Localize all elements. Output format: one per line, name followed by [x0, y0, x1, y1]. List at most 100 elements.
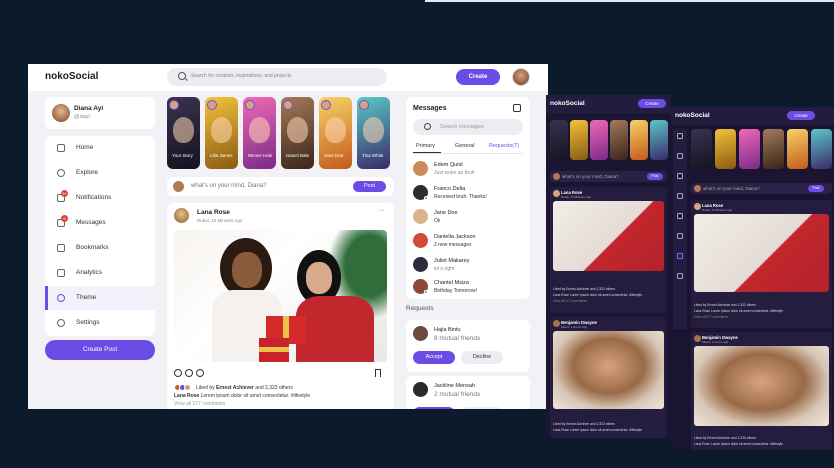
message-item[interactable]: Daniella Jackson 2 new messages: [413, 232, 523, 250]
dark-story[interactable]: [739, 129, 760, 169]
sidebar-item-explore[interactable]: Explore: [45, 161, 155, 185]
dark-post-button[interactable]: Post: [647, 173, 663, 180]
dark-post-button[interactable]: Post: [808, 185, 824, 192]
dark-post-image[interactable]: [553, 331, 664, 409]
request-name: Hajia Bintu: [434, 327, 461, 333]
profile-avatar: [52, 104, 70, 122]
sidebar-item-theme[interactable]: Theme: [45, 286, 155, 310]
dark-story[interactable]: [763, 129, 784, 169]
dark-view-all[interactable]: View all 277 comments: [694, 315, 728, 319]
dark-story[interactable]: [715, 129, 736, 169]
dark-story[interactable]: [650, 120, 668, 160]
bookmark-icon[interactable]: [677, 213, 683, 219]
post-image[interactable]: [174, 230, 387, 362]
dark-composer-text: what's on your mind, Diana?: [703, 186, 760, 191]
post-button[interactable]: Post: [353, 181, 386, 192]
compass-icon[interactable]: [677, 153, 683, 159]
bookmark-icon[interactable]: [375, 369, 381, 377]
sidebar-item-bookmarks[interactable]: Bookmarks: [45, 236, 155, 260]
story-image: [325, 117, 346, 143]
profile-card[interactable]: Diana Ayi @dayi: [45, 97, 155, 129]
story-avatar: [207, 100, 217, 110]
sidebar-item-label: Analytics: [76, 269, 103, 276]
dark-story[interactable]: [630, 120, 648, 160]
dark-story[interactable]: [691, 129, 712, 169]
liked-name[interactable]: Ernest Achiever: [216, 385, 254, 391]
tab-general[interactable]: General: [455, 143, 475, 149]
post-author-name[interactable]: Lana Rose: [197, 209, 230, 216]
dark-story[interactable]: [570, 120, 588, 160]
dark-post-image[interactable]: [553, 201, 664, 271]
heart-icon[interactable]: [174, 369, 182, 377]
comment-icon[interactable]: [185, 369, 193, 377]
dark-story[interactable]: [590, 120, 608, 160]
gear-icon[interactable]: [677, 273, 683, 279]
bell-icon[interactable]: [677, 173, 683, 179]
sidebar-item-label: Notifications: [76, 194, 112, 201]
sidebar-menu: Home Explore 9+ Notifications 6 Messages…: [45, 136, 155, 336]
dark-story[interactable]: [787, 129, 808, 169]
share-icon[interactable]: [196, 369, 204, 377]
dark-story[interactable]: [811, 129, 832, 169]
edit-icon[interactable]: [513, 104, 521, 112]
message-item[interactable]: Jane Doe Ok: [413, 208, 523, 226]
sidebar-item-analytics[interactable]: Analytics: [45, 261, 155, 285]
decline-button[interactable]: Decline: [461, 351, 503, 364]
story-card[interactable]: Jane Doe: [319, 97, 352, 169]
envelope-icon[interactable]: [677, 193, 683, 199]
tab-primary[interactable]: Primary: [413, 143, 441, 153]
story-card[interactable]: Lilla James: [205, 97, 238, 169]
accept-button[interactable]: [413, 407, 455, 409]
story-card[interactable]: Daniel Bale: [281, 97, 314, 169]
messages-search-input[interactable]: Search messages: [413, 119, 523, 135]
dark-composer[interactable]: what's on your mind, Diana? Post: [691, 183, 832, 194]
dark-liked-text: Liked by Ernest Achiever and 2,323 other…: [694, 303, 756, 307]
caption-author[interactable]: Lana Rose: [174, 393, 199, 399]
dark-create-button[interactable]: Create: [638, 99, 666, 108]
story-image: [363, 117, 384, 143]
dark-create-button[interactable]: Create: [787, 111, 815, 120]
story-card[interactable]: Your Story: [167, 97, 200, 169]
gear-icon: [57, 319, 65, 327]
sidebar-item-settings[interactable]: Settings: [45, 311, 155, 335]
palette-icon[interactable]: [677, 253, 683, 259]
dark-post-image[interactable]: [694, 214, 829, 292]
accept-button[interactable]: Accept: [413, 351, 455, 364]
dark-navbar: nokoSocial Create: [546, 95, 671, 113]
create-post-button[interactable]: Create Post: [45, 340, 155, 360]
dark-post-image[interactable]: [694, 346, 829, 426]
composer-input[interactable]: what's on your mind, Diana?: [191, 183, 267, 189]
app-logo[interactable]: nokoSocial: [45, 71, 98, 82]
dark-view-all[interactable]: View all 277 comments: [553, 299, 587, 303]
user-avatar[interactable]: [512, 68, 530, 86]
dark-post-meta: Dubai, 15 Minutes Ago: [702, 208, 733, 212]
story-avatar: [169, 100, 179, 110]
dark-story[interactable]: [610, 120, 628, 160]
chart-icon[interactable]: [677, 233, 683, 239]
sidebar-item-label: Messages: [76, 219, 106, 226]
dark-composer[interactable]: what's on your mind, Diana? Post: [550, 171, 667, 182]
search-bar[interactable]: Search for creators, inspirations, and p…: [167, 68, 387, 86]
sidebar-item-messages[interactable]: 6 Messages: [45, 211, 155, 235]
message-item[interactable]: Franco Delia Received bruh. Thanks!: [413, 184, 523, 202]
create-button[interactable]: Create: [456, 69, 500, 85]
dark-post-avatar: [553, 190, 560, 197]
home-icon[interactable]: [677, 133, 683, 139]
requests-title: Requests: [406, 305, 434, 312]
dark-feed-post: Benjamin Dwayne Miami, 2 Hours Ago Liked…: [550, 317, 667, 438]
sidebar-item-home[interactable]: Home: [45, 136, 155, 160]
message-item[interactable]: Edem Quist Just woke up bruh: [413, 160, 523, 178]
message-item[interactable]: Chantel Msiza Birthday Tomorrow!: [413, 278, 523, 296]
bookmark-icon: [57, 244, 65, 252]
sidebar-item-notifications[interactable]: 9+ Notifications: [45, 186, 155, 210]
view-all-comments-link[interactable]: View all 277 comments: [174, 401, 225, 407]
decline-button[interactable]: [461, 407, 503, 409]
story-card[interactable]: Tina White: [357, 97, 390, 169]
more-options-icon[interactable]: ···: [378, 207, 385, 214]
post-author-avatar[interactable]: [174, 208, 189, 223]
story-card[interactable]: Winnie Hale: [243, 97, 276, 169]
liked-suffix: and 2,323 others: [253, 385, 293, 391]
dark-story[interactable]: [550, 120, 568, 160]
tab-requests[interactable]: Requests(7): [489, 143, 519, 149]
message-item[interactable]: Juliet Makarey lol u right: [413, 256, 523, 274]
